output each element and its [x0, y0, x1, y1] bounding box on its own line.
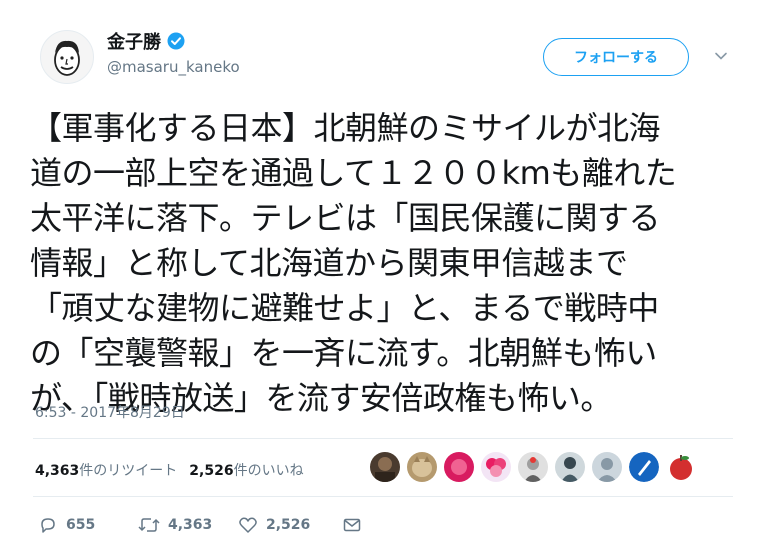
- user-handle[interactable]: @masaru_kaneko: [107, 58, 240, 76]
- tweet-text-line: 【軍事化する日本】北朝鮮のミサイルが北海: [30, 109, 661, 147]
- avatar[interactable]: [40, 30, 94, 84]
- like-stat-label: 件のいいね: [233, 463, 304, 479]
- liker-avatar[interactable]: [370, 452, 400, 482]
- tweet-text: 【軍事化する日本】北朝鮮のミサイルが北海 道の一部上空を通過して１２００kmも離れ…: [30, 106, 740, 421]
- tweet-actions: 655 4,363 2,526: [38, 515, 362, 535]
- chevron-down-icon[interactable]: [713, 48, 729, 64]
- retweet-stat-label: 件のリツイート: [79, 463, 178, 479]
- like-icon: [239, 517, 257, 533]
- like-button[interactable]: 2,526: [238, 515, 342, 535]
- tweet-text-line: 情報」と称して北海道から関東甲信越まで: [30, 244, 628, 282]
- tweet-card: 金子勝 @masaru_kaneko フォローする 【軍事化する日本】北朝鮮のミ…: [0, 0, 769, 552]
- like-stat[interactable]: 2,526件のいいね: [189, 460, 303, 480]
- tweet-text-line: の「空襲警報」を一斉に流す。北朝鮮も怖い: [30, 334, 657, 372]
- tweet-text-line: 道の一部上空を通過して１２００kmも離れた: [30, 154, 677, 192]
- direct-message-button[interactable]: [342, 515, 362, 535]
- liker-avatar[interactable]: [629, 452, 659, 482]
- liker-avatar[interactable]: [592, 452, 622, 482]
- liker-avatar[interactable]: [518, 452, 548, 482]
- retweet-stat[interactable]: 4,363件のリツイート: [35, 460, 177, 480]
- display-name[interactable]: 金子勝: [107, 28, 161, 54]
- divider: [33, 438, 733, 439]
- liker-avatar[interactable]: [407, 452, 437, 482]
- liker-avatar[interactable]: [555, 452, 585, 482]
- reply-icon: [41, 518, 55, 533]
- retweet-stat-count: 4,363: [35, 463, 80, 479]
- tweet-text-line: 「頑丈な建物に避難せよ」と、まるで戦時中: [30, 289, 659, 327]
- retweet-icon: [138, 518, 160, 532]
- liker-avatars: [370, 452, 696, 482]
- like-stat-count: 2,526: [189, 463, 234, 479]
- verified-badge-icon: [167, 32, 185, 50]
- message-icon: [343, 518, 361, 532]
- engagement-stats: 4,363件のリツイート 2,526件のいいね: [35, 460, 304, 480]
- reply-count: 655: [66, 517, 96, 533]
- author-name-row: 金子勝: [107, 28, 185, 54]
- follow-button[interactable]: フォローする: [543, 38, 689, 76]
- tweet-text-line: 太平洋に落下。テレビは「国民保護に関する: [30, 199, 661, 237]
- retweet-button[interactable]: 4,363: [138, 515, 238, 535]
- liker-avatar[interactable]: [481, 452, 511, 482]
- reply-button[interactable]: 655: [38, 515, 138, 535]
- like-count: 2,526: [266, 517, 311, 533]
- tweet-timestamp[interactable]: 6:53 - 2017年8月29日: [35, 402, 185, 422]
- liker-avatar[interactable]: [666, 452, 696, 482]
- liker-avatar[interactable]: [444, 452, 474, 482]
- retweet-count: 4,363: [168, 517, 213, 533]
- divider: [33, 496, 733, 497]
